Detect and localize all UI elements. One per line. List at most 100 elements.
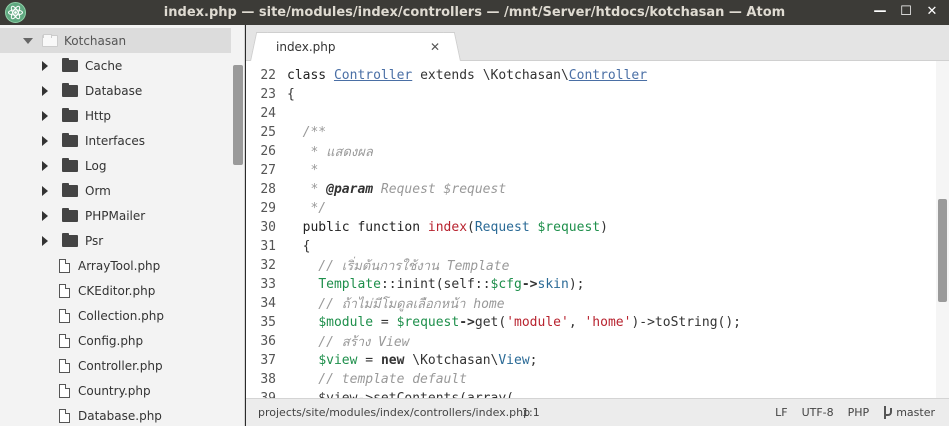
git-branch-icon <box>883 406 893 419</box>
tree-folder-phpmailer[interactable]: PHPMailer <box>0 203 231 228</box>
tree-folder-http[interactable]: Http <box>0 103 231 128</box>
file-icon <box>59 283 70 298</box>
code-token: $view <box>318 353 358 368</box>
folder-icon <box>62 182 78 197</box>
code-token: new <box>380 353 405 368</box>
file-icon <box>59 358 70 373</box>
tree-file-country[interactable]: Country.php <box>0 378 231 403</box>
code-line-29[interactable]: 29 */ <box>246 199 936 218</box>
code-token: -> <box>521 277 538 292</box>
code-text: { <box>287 87 295 102</box>
tab-index-php[interactable]: index.php ✕ <box>258 32 453 61</box>
code-token: extends \Kotchasan\ <box>412 68 569 83</box>
code-line-26[interactable]: 26 * แสดงผล <box>246 142 936 161</box>
editor-scrollbar[interactable] <box>936 61 949 398</box>
chevron-right-icon <box>39 60 51 72</box>
line-number: 23 <box>260 87 276 102</box>
code-token: \Kotchasan\ <box>404 353 499 368</box>
code-line-37[interactable]: 37 $view = new \Kotchasan\View; <box>246 351 936 370</box>
code-token: @param <box>326 182 374 197</box>
window-controls: — ☐ ✕ <box>873 4 939 20</box>
tree-file-label: Country.php <box>78 383 151 398</box>
tree-scroll-thumb[interactable] <box>233 65 243 165</box>
tree-file-label: Database.php <box>78 408 162 423</box>
code-text: * <box>287 163 318 178</box>
tree-folder-cache[interactable]: Cache <box>0 53 231 78</box>
code-line-23[interactable]: 23 { <box>246 85 936 104</box>
code-line-33[interactable]: 33 Template::inint(self::$cfg->skin); <box>246 275 936 294</box>
code-line-25[interactable]: 25 /** <box>246 123 936 142</box>
tree-folder-psr[interactable]: Psr <box>0 228 231 253</box>
tree-folder-orm[interactable]: Orm <box>0 178 231 203</box>
status-cursor-position[interactable]: 1:1 <box>522 406 540 419</box>
status-branch-label: master <box>896 406 935 419</box>
atom-icon[interactable] <box>5 2 26 23</box>
code-line-30[interactable]: 30 public function index(Request $reques… <box>246 218 936 237</box>
tree-folder-database[interactable]: Database <box>0 78 231 103</box>
code-text: * แสดงผล <box>287 141 372 162</box>
status-grammar[interactable]: PHP <box>848 406 870 419</box>
tab-title: index.php <box>276 40 336 54</box>
code-token: ( <box>467 220 475 235</box>
code-line-28[interactable]: 28 * @param Request $request <box>246 180 936 199</box>
maximize-button[interactable]: ☐ <box>899 4 913 20</box>
status-encoding[interactable]: UTF-8 <box>802 406 834 419</box>
tree-file-database[interactable]: Database.php <box>0 403 231 426</box>
code-token: )->toString(); <box>631 315 742 330</box>
tree-file-config[interactable]: Config.php <box>0 328 231 353</box>
code-text: { <box>287 239 311 254</box>
chevron-right-icon <box>39 135 51 147</box>
code-line-31[interactable]: 31 { <box>246 237 936 256</box>
tree-folder-log[interactable]: Log <box>0 153 231 178</box>
folder-icon <box>42 33 58 47</box>
code-token: $view->setContents(array( <box>287 391 514 398</box>
tree-root-label: Kotchasan <box>64 33 127 48</box>
tree-file-controller[interactable]: Controller.php <box>0 353 231 378</box>
tree-file-ckeditor[interactable]: CKEditor.php <box>0 278 231 303</box>
folder-icon <box>62 157 78 172</box>
code-token: skin <box>537 277 569 292</box>
line-number: 25 <box>260 125 276 140</box>
code-line-38[interactable]: 38 // template default <box>246 370 936 389</box>
window-title: index.php — site/modules/index/controlle… <box>163 5 786 20</box>
folder-icon <box>62 232 78 247</box>
code-line-22[interactable]: 22 class Controller extends \Kotchasan\Co… <box>246 66 936 85</box>
code-line-35[interactable]: 35 $module = $request->get('module', 'ho… <box>246 313 936 332</box>
chevron-right-icon <box>39 210 51 222</box>
code-token: class <box>287 68 334 83</box>
tree-folder-interfaces[interactable]: Interfaces <box>0 128 231 153</box>
tree-file-collection[interactable]: Collection.php <box>0 303 231 328</box>
chevron-right-icon <box>39 85 51 97</box>
tree-file-arraytool[interactable]: ArrayTool.php <box>0 253 231 278</box>
folder-icon <box>62 57 78 72</box>
line-number: 29 <box>260 201 276 216</box>
code-line-34[interactable]: 34 // ถ้าไม่มีโมดูลเลือกหน้า home <box>246 294 936 313</box>
code-line-24[interactable]: 24 <box>246 104 936 123</box>
status-file-path[interactable]: projects/site/modules/index/controllers/… <box>258 406 530 419</box>
code-token: // template default <box>287 372 468 387</box>
tab-close-icon[interactable]: ✕ <box>430 40 440 54</box>
code-editor[interactable]: 22 class Controller extends \Kotchasan\Co… <box>246 61 949 398</box>
folder-icon <box>62 107 78 122</box>
code-text: // สร้าง View <box>287 331 409 352</box>
tree-folder-label: Psr <box>85 233 104 248</box>
tree-root-kotchasan[interactable]: Kotchasan <box>0 28 231 53</box>
tree-scrollbar[interactable] <box>231 25 244 426</box>
editor-scroll-thumb[interactable] <box>938 199 947 302</box>
code-line-32[interactable]: 32 // เริ่มต้นการใช้งาน Template <box>246 256 936 275</box>
status-line-ending[interactable]: LF <box>775 406 787 419</box>
code-line-36[interactable]: 36 // สร้าง View <box>246 332 936 351</box>
code-text: // ถ้าไม่มีโมดูลเลือกหน้า home <box>287 293 504 314</box>
atom-logo-icon <box>8 5 23 20</box>
chevron-right-icon <box>39 235 51 247</box>
close-button[interactable]: ✕ <box>925 4 939 20</box>
minimize-button[interactable]: — <box>873 4 887 20</box>
code-line-39[interactable]: 39 $view->setContents(array( <box>246 389 936 398</box>
code-text: // เริ่มต้นการใช้งาน Template <box>287 255 509 276</box>
file-icon <box>59 258 70 273</box>
code-token: $cfg <box>490 277 522 292</box>
code-token: (self:: <box>435 277 491 292</box>
code-line-27[interactable]: 27 * <box>246 161 936 180</box>
status-branch[interactable]: master <box>883 406 935 419</box>
code-token: */ <box>287 201 327 216</box>
